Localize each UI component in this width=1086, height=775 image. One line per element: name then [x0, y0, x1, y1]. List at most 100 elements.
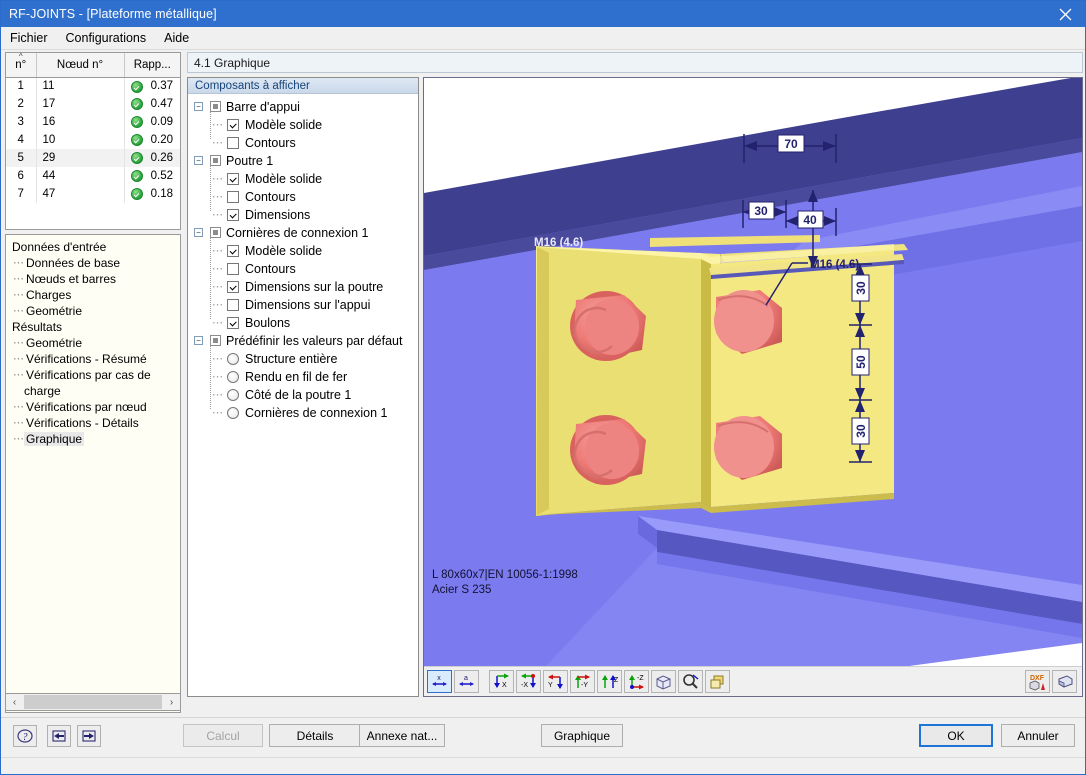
menu-item-aide[interactable]: Aide	[155, 29, 198, 47]
table-row[interactable]: 2 17 0.47	[6, 95, 180, 113]
dxf-export-button[interactable]: DXF	[1025, 670, 1050, 693]
components-tree-body[interactable]: − Barre d'appui ⋯ Modèle solide ⋯ Contours − Po…	[188, 94, 418, 422]
import-button[interactable]	[47, 725, 71, 747]
nav-item[interactable]: ⋯ Charges	[10, 287, 180, 303]
checkbox-checked[interactable]	[227, 119, 239, 131]
radio-button[interactable]	[227, 353, 239, 365]
nav-group-results[interactable]: Résultats	[10, 319, 180, 335]
tree-group[interactable]: − Barre d'appui	[194, 98, 418, 116]
scroll-right-icon[interactable]: ›	[163, 694, 180, 710]
checkbox-checked[interactable]	[227, 209, 239, 221]
view-isometric-button[interactable]	[651, 670, 676, 693]
tree-item[interactable]: ⋯ Structure entière	[194, 350, 418, 368]
column-header-ratio[interactable]: Rapp...	[124, 53, 180, 78]
view-minus-y-button[interactable]: -Y	[570, 670, 595, 693]
node-results-grid[interactable]: ^ n° Nœud n° Rapp... 1 11 0.37 2 17 0.47 3 16 0.…	[5, 52, 181, 230]
view-minus-x-button[interactable]: -X	[516, 670, 541, 693]
radio-button[interactable]	[227, 371, 239, 383]
menu-item-configurations[interactable]: Configurations	[57, 29, 156, 47]
3d-viewport[interactable]: 70 30 40 30 50 30 M16 (4.6) M16 (4.6) L …	[424, 78, 1082, 668]
tree-item[interactable]: ⋯ Modèle solide	[194, 170, 418, 188]
nav-item[interactable]: ⋯ Graphique	[10, 431, 180, 447]
tree-connector-icon: ⋯	[212, 353, 223, 365]
collapse-icon[interactable]: −	[194, 336, 203, 345]
checkbox-unchecked[interactable]	[227, 263, 239, 275]
view-plus-x-button[interactable]: X	[489, 670, 514, 693]
tree-item[interactable]: ⋯ Dimensions	[194, 206, 418, 224]
column-header-index[interactable]: ^ n°	[6, 53, 37, 78]
zoom-reset-button[interactable]	[678, 670, 703, 693]
details-button[interactable]: Détails	[269, 724, 361, 747]
nav-item[interactable]: ⋯ Vérifications par cas de charge	[10, 367, 180, 399]
ok-button[interactable]: OK	[919, 724, 993, 747]
tree-group[interactable]: − Cornières de connexion 1	[194, 224, 418, 242]
tree-group[interactable]: − Prédéfinir les valeurs par défaut	[194, 332, 418, 350]
tree-item[interactable]: ⋯ Modèle solide	[194, 242, 418, 260]
checkbox-unchecked[interactable]	[227, 299, 239, 311]
group-checkbox-partial[interactable]	[210, 227, 221, 238]
annuler-button[interactable]: Annuler	[1001, 724, 1075, 747]
view-x-button[interactable]: x	[427, 670, 452, 693]
tree-group-label: Poutre 1	[226, 154, 274, 168]
nav-item-label: Geométrie	[26, 304, 83, 318]
radio-button[interactable]	[227, 389, 239, 401]
tree-item[interactable]: ⋯ Rendu en fil de fer	[194, 368, 418, 386]
view-minus-z-button[interactable]: -Z	[624, 670, 649, 693]
print-button[interactable]	[1052, 670, 1077, 693]
tree-item[interactable]: ⋯ Boulons	[194, 314, 418, 332]
checkbox-unchecked[interactable]	[227, 191, 239, 203]
nav-item-label: Vérifications - Résumé	[26, 352, 147, 366]
group-checkbox-partial[interactable]	[210, 155, 221, 166]
nav-item[interactable]: ⋯ Vérifications par nœud	[10, 399, 180, 415]
table-row[interactable]: 6 44 0.52	[6, 167, 180, 185]
tree-item[interactable]: ⋯ Contours	[194, 260, 418, 278]
tree-group[interactable]: − Poutre 1	[194, 152, 418, 170]
navigation-tree[interactable]: Données d'entrée ⋯ Données de base ⋯ Nœuds e…	[5, 234, 181, 713]
nav-item[interactable]: ⋯ Geométrie	[10, 303, 180, 319]
checkbox-checked[interactable]	[227, 281, 239, 293]
table-row[interactable]: 3 16 0.09	[6, 113, 180, 131]
view-plus-z-button[interactable]: Z	[597, 670, 622, 693]
group-checkbox-partial[interactable]	[210, 101, 221, 112]
column-header-node[interactable]: Nœud n°	[36, 53, 125, 78]
scroll-thumb[interactable]	[24, 695, 162, 709]
scroll-left-icon[interactable]: ‹	[6, 694, 23, 710]
view-plus-y-button[interactable]: Y	[543, 670, 568, 693]
tree-item[interactable]: ⋯ Contours	[194, 134, 418, 152]
annexe-nat-button[interactable]: Annexe nat...	[359, 724, 445, 747]
checkbox-checked[interactable]	[227, 245, 239, 257]
table-row[interactable]: 7 47 0.18	[6, 185, 180, 203]
help-button[interactable]: ?	[13, 725, 37, 747]
table-row[interactable]: 1 11 0.37	[6, 77, 180, 95]
collapse-icon[interactable]: −	[194, 102, 203, 111]
tree-item[interactable]: ⋯ Contours	[194, 188, 418, 206]
table-row[interactable]: 4 10 0.20	[6, 131, 180, 149]
collapse-icon[interactable]: −	[194, 156, 203, 165]
checkbox-checked[interactable]	[227, 173, 239, 185]
nav-group-input-data[interactable]: Données d'entrée	[10, 239, 180, 255]
group-checkbox-partial[interactable]	[210, 335, 221, 346]
render-mode-button[interactable]	[705, 670, 730, 693]
nav-item[interactable]: ⋯ Geométrie	[10, 335, 180, 351]
left-panel-hscrollbar[interactable]: ‹ ›	[5, 693, 181, 711]
menu-item-fichier[interactable]: Fichier	[1, 29, 57, 47]
tree-item[interactable]: ⋯ Dimensions sur la poutre	[194, 278, 418, 296]
radio-button[interactable]	[227, 407, 239, 419]
export-button[interactable]	[77, 725, 101, 747]
table-row[interactable]: 5 29 0.26	[6, 149, 180, 167]
close-icon[interactable]	[1043, 1, 1085, 27]
checkbox-unchecked[interactable]	[227, 137, 239, 149]
nav-item[interactable]: ⋯ Nœuds et barres	[10, 271, 180, 287]
graphique-button[interactable]: Graphique	[541, 724, 623, 747]
tree-item[interactable]: ⋯ Cornières de connexion 1	[194, 404, 418, 422]
nav-item[interactable]: ⋯ Vérifications - Détails	[10, 415, 180, 431]
tree-item[interactable]: ⋯ Modèle solide	[194, 116, 418, 134]
view-a-button[interactable]: a	[454, 670, 479, 693]
nav-item[interactable]: ⋯ Données de base	[10, 255, 180, 271]
tree-item[interactable]: ⋯ Dimensions sur l'appui	[194, 296, 418, 314]
collapse-icon[interactable]: −	[194, 228, 203, 237]
nav-item[interactable]: ⋯ Vérifications - Résumé	[10, 351, 180, 367]
calcul-button[interactable]: Calcul	[183, 724, 263, 747]
tree-item[interactable]: ⋯ Côté de la poutre 1	[194, 386, 418, 404]
checkbox-checked[interactable]	[227, 317, 239, 329]
